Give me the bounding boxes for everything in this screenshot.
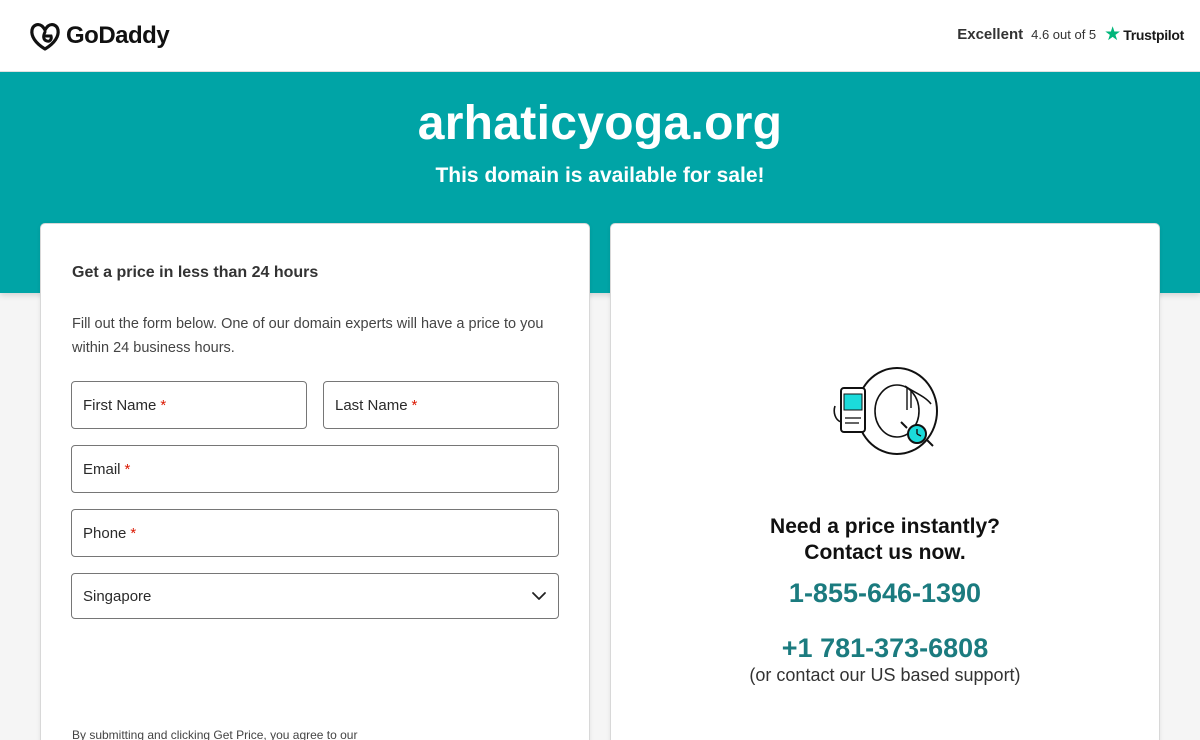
phone-label: Phone bbox=[83, 524, 127, 542]
contact-card: Need a price instantly? Contact us now. … bbox=[610, 223, 1160, 740]
top-bar: GoDaddy Excellent 4.6 out of 5 ★ Trustpi… bbox=[0, 0, 1200, 72]
rating-word: Excellent bbox=[957, 26, 1024, 43]
last-name-field[interactable]: Last Name * bbox=[323, 381, 559, 429]
rating-score: 4.6 out of 5 bbox=[1031, 27, 1097, 42]
phone-hand-clock-illustration bbox=[833, 367, 938, 455]
first-name-label: First Name bbox=[83, 396, 157, 414]
contact-heading-line1: Need a price instantly? bbox=[770, 515, 1000, 538]
form-description: Fill out the form below. One of our doma… bbox=[72, 316, 544, 356]
country-select[interactable]: Singapore bbox=[71, 573, 559, 619]
trustpilot-star-icon: ★ bbox=[1104, 24, 1122, 45]
godaddy-logo[interactable]: GoDaddy bbox=[28, 20, 170, 52]
trustpilot-rating[interactable]: Excellent 4.6 out of 5 ★ Trustpilot bbox=[957, 25, 1184, 44]
phone-link-primary[interactable]: 1-855-646-1390 bbox=[611, 578, 1159, 609]
logo-text: GoDaddy bbox=[66, 22, 170, 49]
required-marker: * bbox=[130, 524, 137, 542]
support-note: (or contact our US based support) bbox=[749, 665, 1021, 685]
email-field[interactable]: Email * bbox=[71, 445, 559, 493]
email-label: Email bbox=[83, 460, 121, 478]
last-name-label: Last Name bbox=[335, 396, 408, 414]
required-marker: * bbox=[124, 460, 131, 478]
country-selected-value: Singapore bbox=[83, 587, 152, 605]
domain-sale-subtitle: This domain is available for sale! bbox=[435, 164, 765, 187]
contact-heading: Need a price instantly? Contact us now. bbox=[611, 514, 1159, 566]
domain-name: arhaticyoga.org bbox=[417, 97, 783, 150]
price-request-form: Get a price in less than 24 hours Fill o… bbox=[40, 223, 590, 740]
chevron-down-icon bbox=[532, 592, 546, 600]
contact-heading-line2: Contact us now. bbox=[804, 541, 966, 564]
phone-link-secondary[interactable]: +1 781-373-6808 bbox=[611, 633, 1159, 664]
godaddy-logo-icon bbox=[30, 23, 60, 51]
first-name-field[interactable]: First Name * bbox=[71, 381, 307, 429]
phone-field[interactable]: Phone * bbox=[71, 509, 559, 557]
legal-text: By submitting and clicking Get Price, yo… bbox=[72, 728, 358, 740]
required-marker: * bbox=[160, 396, 167, 414]
trustpilot-brand: Trustpilot bbox=[1123, 26, 1184, 43]
required-marker: * bbox=[411, 396, 418, 414]
form-heading: Get a price in less than 24 hours bbox=[72, 264, 319, 281]
